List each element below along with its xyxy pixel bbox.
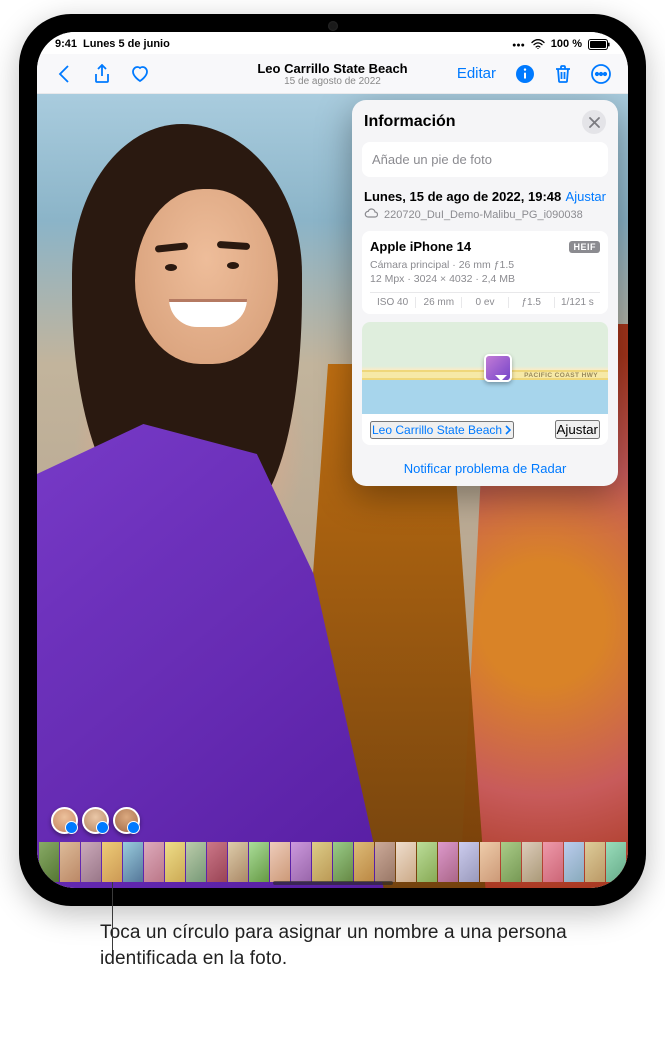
map-preview[interactable]: PACIFIC COAST HWY xyxy=(362,322,608,414)
multitask-icon xyxy=(512,38,525,50)
camera-card: Apple iPhone 14 HEIF Cámara principal · … xyxy=(362,231,608,314)
thumbnail[interactable] xyxy=(102,842,122,882)
thumbnail[interactable] xyxy=(585,842,605,882)
thumbnail[interactable] xyxy=(606,842,626,882)
person-chip-1[interactable] xyxy=(51,807,78,834)
thumbnail[interactable] xyxy=(396,842,416,882)
thumbnail[interactable] xyxy=(270,842,290,882)
thumbnail[interactable] xyxy=(333,842,353,882)
thumbnail[interactable] xyxy=(543,842,563,882)
status-bar: 9:41 Lunes 5 de junio 100 % xyxy=(37,32,628,54)
chevron-right-icon xyxy=(504,425,512,435)
exif-shutter: 1/121 s xyxy=(555,297,600,308)
map-road-label: PACIFIC COAST HWY xyxy=(524,372,598,379)
thumbnail[interactable] xyxy=(249,842,269,882)
screen: 9:41 Lunes 5 de junio 100 % xyxy=(37,32,628,888)
thumbnail[interactable] xyxy=(186,842,206,882)
camera-meta-line: 12 Mpx · 3024 × 4032 · 2,4 MB xyxy=(370,272,600,286)
delete-button[interactable] xyxy=(548,59,578,89)
thumbnail-strip[interactable] xyxy=(37,842,628,882)
close-button[interactable] xyxy=(582,110,606,134)
location-link[interactable]: Leo Carrillo State Beach xyxy=(370,421,514,439)
edit-button[interactable]: Editar xyxy=(451,65,502,82)
map-pin xyxy=(484,354,512,382)
photo-viewer[interactable]: Información Añade un pie de foto Lunes, … xyxy=(37,94,628,888)
exif-focal: 26 mm xyxy=(416,297,462,308)
thumbnail[interactable] xyxy=(564,842,584,882)
adjust-datetime-button[interactable]: Ajustar xyxy=(566,189,606,204)
favorite-button[interactable] xyxy=(125,59,155,89)
thumbnail[interactable] xyxy=(354,842,374,882)
people-chips xyxy=(51,807,140,834)
thumbnail[interactable] xyxy=(60,842,80,882)
photo-filename: 220720_DuI_Demo-Malibu_PG_i090038 xyxy=(384,209,583,221)
more-button[interactable] xyxy=(586,59,616,89)
thumbnail[interactable] xyxy=(39,842,59,882)
thumbnail[interactable] xyxy=(375,842,395,882)
adjust-location-button[interactable]: Ajustar xyxy=(555,420,600,439)
info-title: Información xyxy=(364,113,456,131)
home-indicator[interactable] xyxy=(273,881,393,885)
thumbnail[interactable] xyxy=(312,842,332,882)
camera-lens-line: Cámara principal · 26 mm ƒ1.5 xyxy=(370,258,600,272)
thumbnail[interactable] xyxy=(417,842,437,882)
format-badge: HEIF xyxy=(569,241,600,253)
thumbnail[interactable] xyxy=(501,842,521,882)
callout-text: Toca un círculo para asignar un nombre a… xyxy=(100,920,660,971)
battery-percent: 100 % xyxy=(551,38,582,50)
status-date: Lunes 5 de junio xyxy=(83,38,170,50)
status-time: 9:41 xyxy=(55,38,77,50)
photo-datetime: Lunes, 15 de ago de 2022, 19:48 xyxy=(364,189,561,204)
thumbnail[interactable] xyxy=(165,842,185,882)
thumbnail[interactable] xyxy=(438,842,458,882)
info-button[interactable] xyxy=(510,59,540,89)
cloud-icon xyxy=(364,208,378,221)
thumbnail[interactable] xyxy=(291,842,311,882)
thumbnail[interactable] xyxy=(123,842,143,882)
back-button[interactable] xyxy=(49,59,79,89)
close-icon xyxy=(589,117,600,128)
caption-field[interactable]: Añade un pie de foto xyxy=(362,142,608,177)
exif-aperture: ƒ1.5 xyxy=(509,297,555,308)
exif-ev: 0 ev xyxy=(462,297,508,308)
share-button[interactable] xyxy=(87,59,117,89)
person-chip-2[interactable] xyxy=(82,807,109,834)
thumbnail[interactable] xyxy=(522,842,542,882)
thumbnail[interactable] xyxy=(228,842,248,882)
thumbnail[interactable] xyxy=(459,842,479,882)
thumbnail[interactable] xyxy=(480,842,500,882)
ipad-frame: 9:41 Lunes 5 de junio 100 % xyxy=(19,14,646,906)
person-chip-3[interactable] xyxy=(113,807,140,834)
device-camera xyxy=(328,21,338,31)
exif-iso: ISO 40 xyxy=(370,297,416,308)
battery-icon xyxy=(588,39,610,50)
info-panel: Información Añade un pie de foto Lunes, … xyxy=(352,100,618,486)
camera-device: Apple iPhone 14 xyxy=(370,239,471,254)
photo-toolbar: Leo Carrillo State Beach 15 de agosto de… xyxy=(37,54,628,94)
wifi-icon xyxy=(531,39,545,49)
report-radar-button[interactable]: Notificar problema de Radar xyxy=(352,451,618,486)
thumbnail[interactable] xyxy=(81,842,101,882)
location-name: Leo Carrillo State Beach xyxy=(372,423,502,437)
thumbnail[interactable] xyxy=(207,842,227,882)
location-card: PACIFIC COAST HWY Leo Carrillo State Bea… xyxy=(362,322,608,445)
thumbnail[interactable] xyxy=(144,842,164,882)
